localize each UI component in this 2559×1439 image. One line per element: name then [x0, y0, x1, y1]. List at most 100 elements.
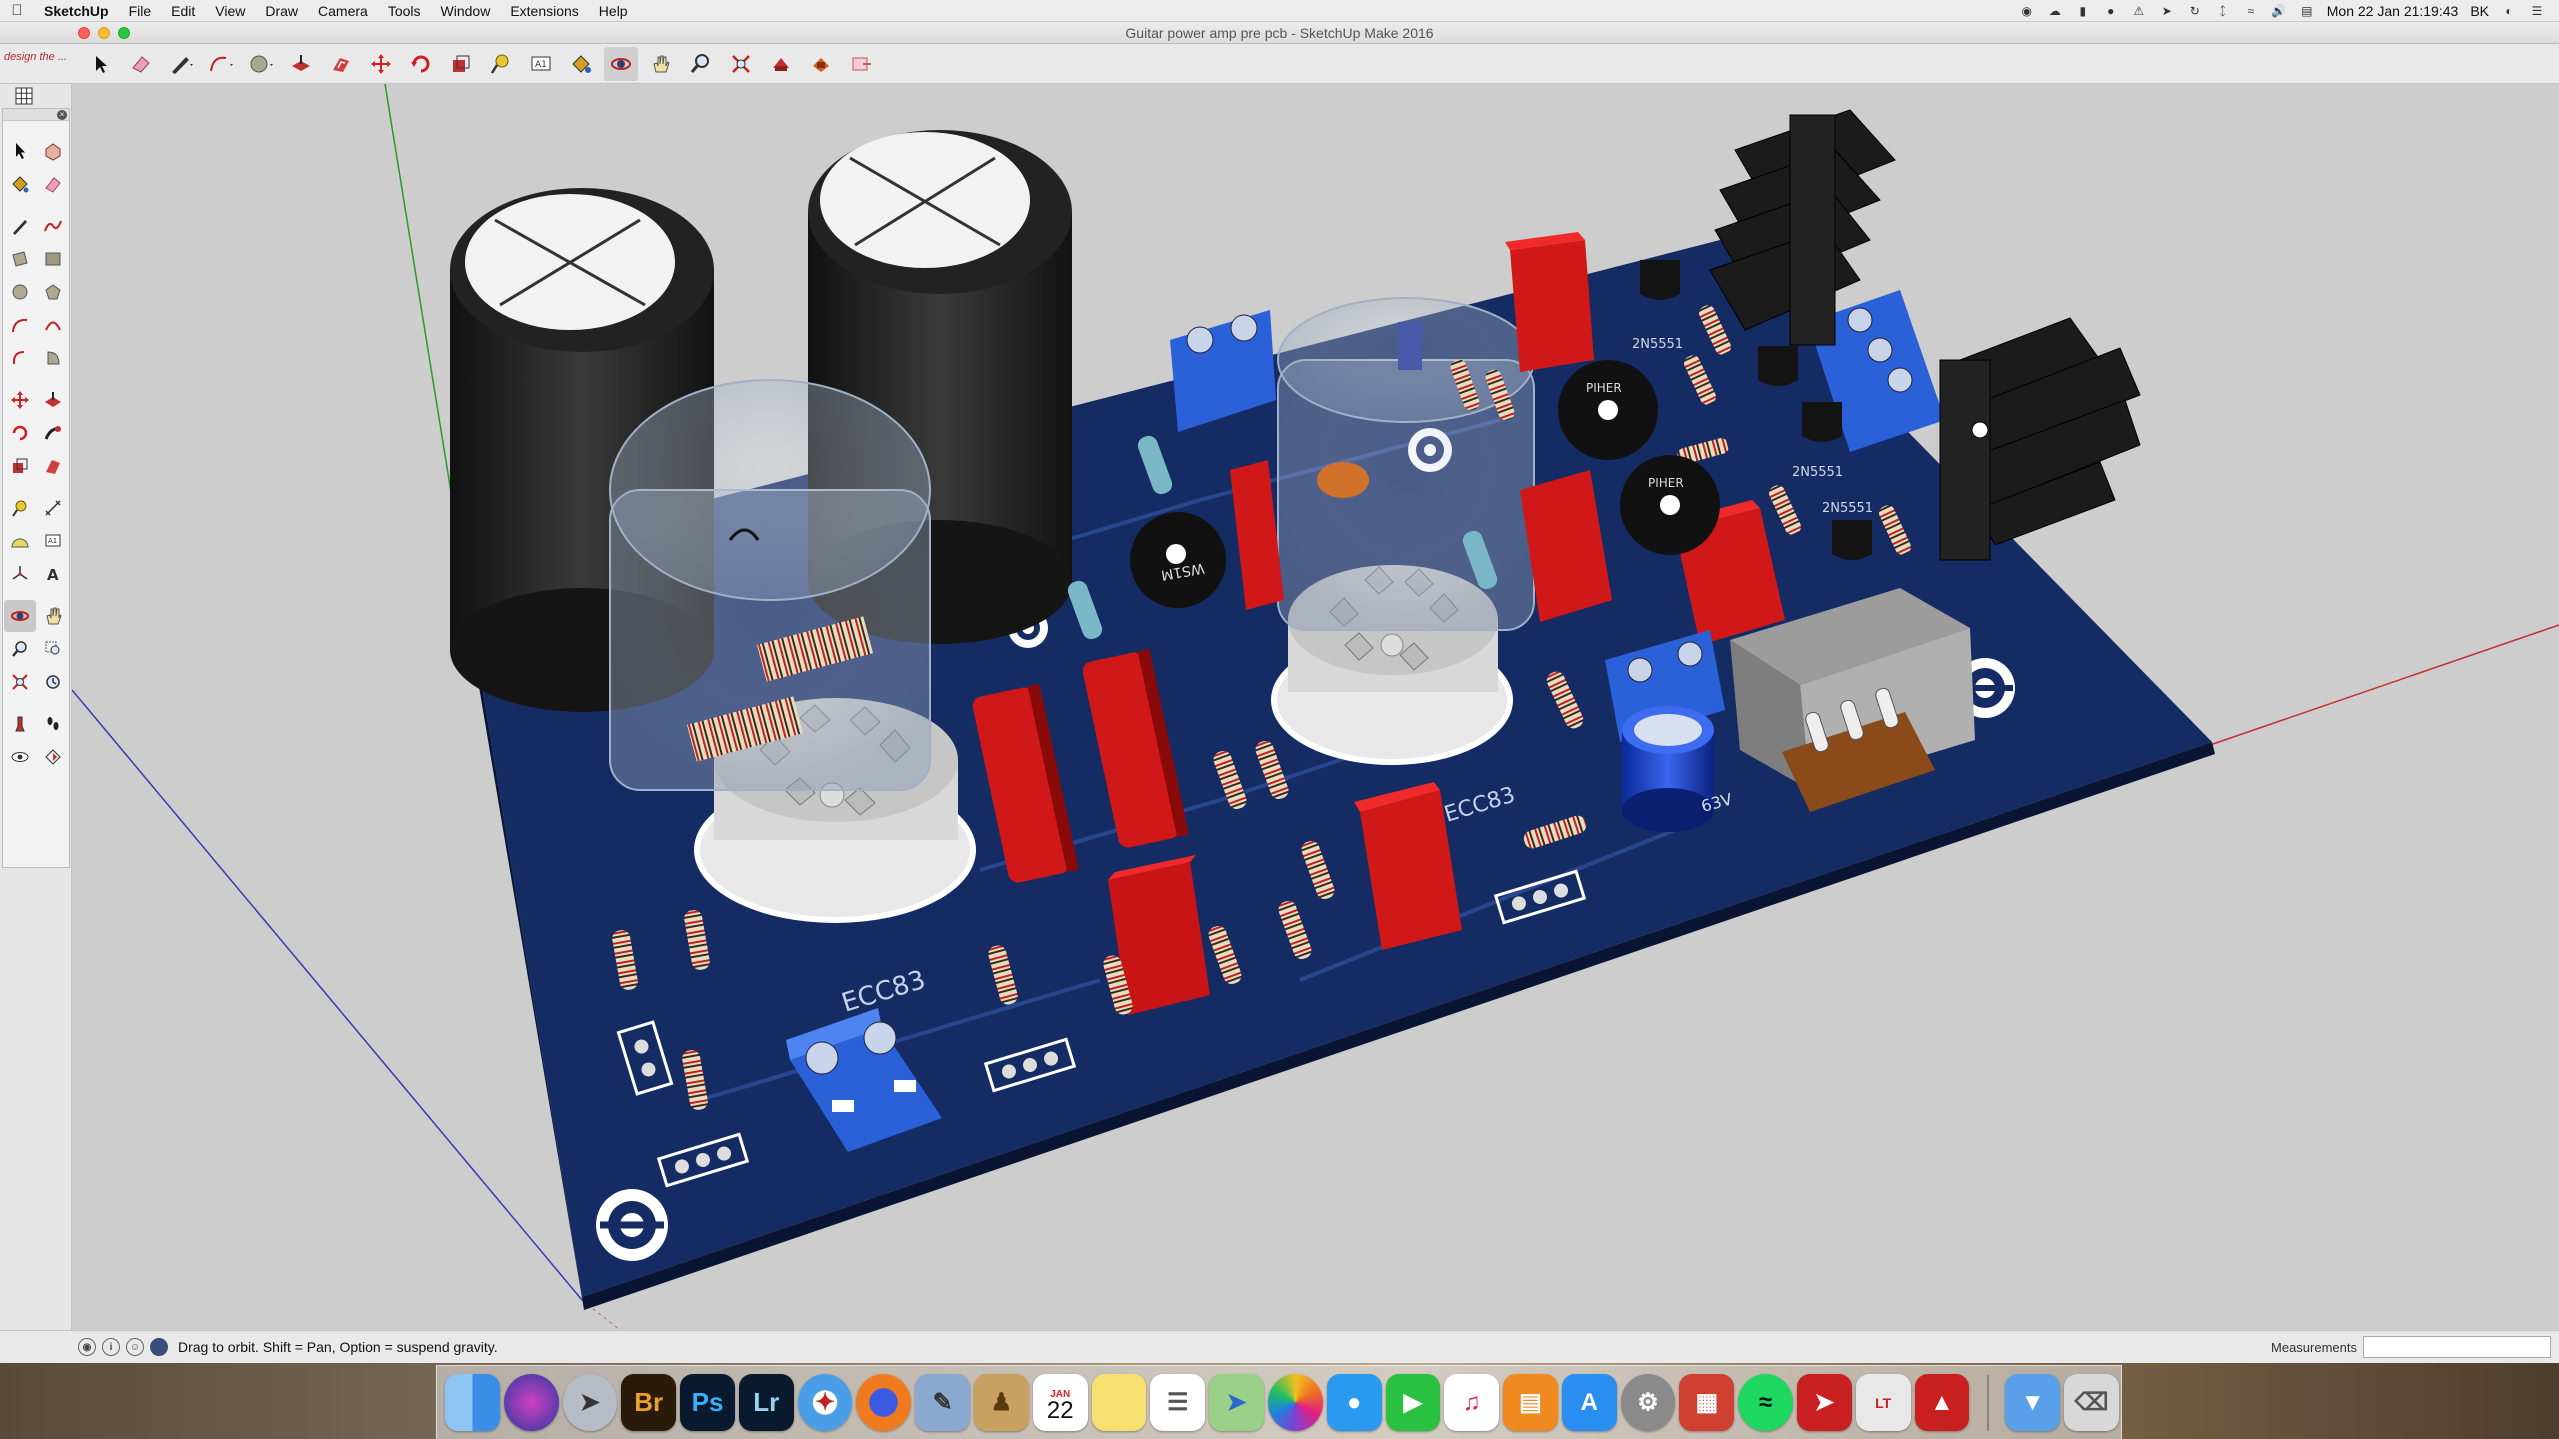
- text-tool-button[interactable]: A1: [524, 47, 558, 81]
- vacuum-tube-2[interactable]: [1271, 297, 1535, 765]
- paint-bucket-tool-button[interactable]: [564, 47, 598, 81]
- palette-look-around-button[interactable]: [4, 741, 36, 773]
- pan-tool-button[interactable]: [644, 47, 678, 81]
- display-icon[interactable]: ▤: [2299, 4, 2315, 18]
- maps-dock-icon[interactable]: ➤: [1209, 1374, 1264, 1431]
- bluetooth-icon[interactable]: ᛨ: [2215, 4, 2231, 18]
- menu-help[interactable]: Help: [589, 3, 638, 19]
- palette-rectangle-button[interactable]: [4, 243, 36, 275]
- palette-zoom-window-button[interactable]: [37, 633, 69, 665]
- zoom-tool-button[interactable]: [684, 47, 718, 81]
- palette-previous-view-button[interactable]: [37, 666, 69, 698]
- model-viewport[interactable]: WS1M PIHER PIHER 2N5551 2N5551 2N5551 63…: [72, 84, 2559, 1330]
- ltspice-dock-icon[interactable]: LT: [1855, 1374, 1911, 1431]
- zoom-extents-tool-button[interactable]: [724, 47, 758, 81]
- palette-circle-button[interactable]: [4, 276, 36, 308]
- pcb-3d-model[interactable]: WS1M PIHER PIHER 2N5551 2N5551 2N5551 63…: [72, 84, 2559, 1330]
- palette-pan-button[interactable]: [37, 600, 69, 632]
- palette-close-icon[interactable]: ×: [57, 110, 67, 120]
- palette-push-pull-button[interactable]: [37, 384, 69, 416]
- heatsink-2[interactable]: [1939, 317, 2141, 561]
- select-tool-button[interactable]: [84, 47, 118, 81]
- palette-freehand-button[interactable]: [37, 210, 69, 242]
- palette-protractor-button[interactable]: [4, 525, 36, 557]
- orbit-tool-button[interactable]: [604, 46, 638, 81]
- menu-view[interactable]: View: [205, 3, 255, 19]
- designspark-dock-icon[interactable]: ➤: [1796, 1374, 1852, 1431]
- palette-tape-measure-button[interactable]: [4, 492, 36, 524]
- lightroom-dock-icon[interactable]: Lr: [738, 1374, 794, 1431]
- palette-polygon-button[interactable]: [37, 276, 69, 308]
- windows-remote-dock-icon[interactable]: ▦: [1679, 1374, 1735, 1431]
- menu-draw[interactable]: Draw: [255, 3, 308, 19]
- adobe-bridge-dock-icon[interactable]: Br: [621, 1374, 677, 1431]
- facetime-dock-icon[interactable]: ▶: [1385, 1374, 1441, 1431]
- apple-menu-icon[interactable]: : [0, 2, 34, 19]
- siri-dock-icon[interactable]: [503, 1374, 559, 1431]
- calendar-dock-icon[interactable]: JAN 22: [1032, 1374, 1088, 1431]
- palette-offset-button[interactable]: [37, 450, 69, 482]
- measurements-input[interactable]: [2363, 1336, 2551, 1358]
- battery-app-icon[interactable]: ▮: [2075, 4, 2091, 18]
- palette-axes-button[interactable]: [4, 558, 36, 590]
- palette-arc-button[interactable]: [4, 309, 36, 341]
- move-tool-button[interactable]: [364, 47, 398, 81]
- menu-app-name[interactable]: SketchUp: [34, 3, 119, 19]
- info-status-icon[interactable]: i: [102, 1338, 120, 1356]
- notes-dock-icon[interactable]: [1091, 1374, 1147, 1431]
- spotify-dock-icon[interactable]: ≈: [1738, 1374, 1793, 1431]
- palette-follow-me-button[interactable]: [37, 417, 69, 449]
- wifi-icon[interactable]: ≈: [2243, 4, 2259, 18]
- time-machine-icon[interactable]: ↻: [2187, 4, 2203, 18]
- ibooks-dock-icon[interactable]: ▤: [1503, 1374, 1558, 1431]
- scale-tool-button[interactable]: [444, 47, 478, 81]
- siri-icon[interactable]: ◐: [2501, 4, 2517, 18]
- menu-window[interactable]: Window: [431, 3, 501, 19]
- palette-header[interactable]: ×: [3, 109, 69, 121]
- finder-dock-icon[interactable]: [445, 1374, 500, 1431]
- menu-extensions[interactable]: Extensions: [500, 3, 588, 19]
- launchpad-dock-icon[interactable]: ➤: [562, 1374, 618, 1431]
- trash-dock-icon[interactable]: ⌫: [2064, 1374, 2119, 1431]
- palette-scale-button[interactable]: [4, 450, 36, 482]
- geolocation-status-icon[interactable]: ◉: [78, 1338, 96, 1356]
- palette-move-button[interactable]: [4, 384, 36, 416]
- palette-zoom-button[interactable]: [4, 633, 36, 665]
- tape-measure-tool-button[interactable]: [484, 47, 518, 81]
- palette-rotated-rectangle-button[interactable]: [37, 243, 69, 275]
- volume-icon[interactable]: 🔊: [2271, 4, 2287, 18]
- arc-tool-button[interactable]: [204, 47, 238, 81]
- palette-select-button[interactable]: [4, 135, 36, 167]
- palette-paint-button[interactable]: [4, 168, 36, 200]
- extension-warehouse-button[interactable]: [804, 47, 838, 81]
- palette-line-button[interactable]: [4, 210, 36, 242]
- photoshop-dock-icon[interactable]: Ps: [680, 1374, 735, 1431]
- user-initials[interactable]: BK: [2470, 3, 2489, 19]
- record-icon[interactable]: ●: [2103, 4, 2119, 18]
- push-pull-tool-button[interactable]: [284, 47, 318, 81]
- rotate-tool-button[interactable]: [404, 47, 438, 81]
- contacts-dock-icon[interactable]: ♟: [974, 1374, 1029, 1431]
- palette-rotate-button[interactable]: [4, 417, 36, 449]
- palette-dimension-button[interactable]: [37, 492, 69, 524]
- palette-eraser-button[interactable]: [37, 168, 69, 200]
- clock[interactable]: Mon 22 Jan 21:19:43: [2327, 3, 2459, 19]
- user-status-icon[interactable]: ☺: [126, 1338, 144, 1356]
- app-store-dock-icon[interactable]: A: [1561, 1374, 1617, 1431]
- palette-walk-button[interactable]: [37, 708, 69, 740]
- palette-orbit-button[interactable]: [4, 600, 36, 632]
- creative-cloud-icon[interactable]: ◉: [2019, 4, 2035, 18]
- palette-section-plane-button[interactable]: [37, 741, 69, 773]
- downloads-folder-dock-icon[interactable]: ▼: [2005, 1374, 2061, 1431]
- menu-tools[interactable]: Tools: [378, 3, 431, 19]
- location-icon[interactable]: ➤: [2159, 4, 2175, 18]
- palette-text-button[interactable]: A1: [37, 525, 69, 557]
- shapes-tool-button[interactable]: [244, 47, 278, 81]
- layout-send-button[interactable]: [844, 47, 878, 81]
- palette-2pt-arc-button[interactable]: [37, 309, 69, 341]
- sketchup-dock-icon[interactable]: ▲: [1914, 1374, 1970, 1431]
- alert-icon[interactable]: ⚠: [2131, 4, 2147, 18]
- pencil-tool-button[interactable]: [164, 47, 198, 81]
- itunes-dock-icon[interactable]: ♫: [1444, 1374, 1500, 1431]
- system-preferences-dock-icon[interactable]: ⚙: [1620, 1374, 1676, 1431]
